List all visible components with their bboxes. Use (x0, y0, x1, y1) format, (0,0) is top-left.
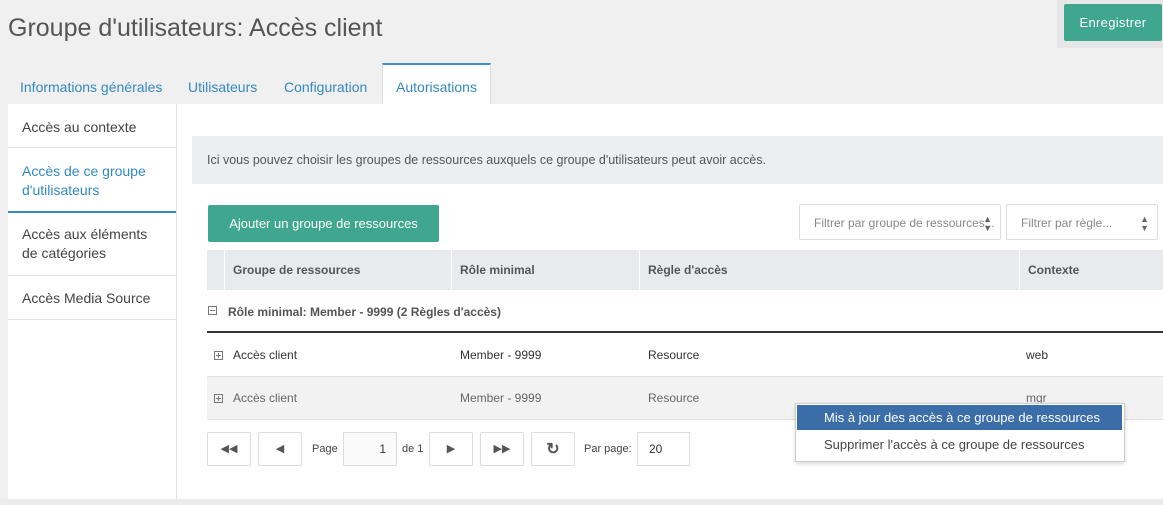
grid-group-header[interactable]: Rôle minimal: Member - 9999 (2 Règles d'… (207, 291, 1163, 333)
select-arrows-icon: ▲ ▼ (1140, 214, 1149, 233)
cell-access-rule: Resource (648, 348, 700, 362)
context-menu-item-remove[interactable]: Supprimer l'accès à ce groupe de ressour… (797, 432, 1122, 457)
grid-header: Groupe de ressources Rôle minimal Règle … (207, 250, 1163, 290)
sidebar-item-context-access[interactable]: Accès au contexte (8, 104, 176, 148)
double-right-icon: ▶▶ (493, 443, 511, 455)
grid-header-expander (207, 250, 224, 290)
sidebar-item-media-source-access[interactable]: Accès Media Source (8, 276, 176, 320)
page-label: Page (312, 443, 338, 455)
context-menu-item-update[interactable]: Mis à jour des accès à ce groupe de ress… (797, 405, 1122, 430)
page-number-input[interactable]: 1 (343, 432, 397, 466)
page-count-label: de 1 (402, 443, 424, 455)
tab-permissions[interactable]: Autorisations (382, 63, 491, 106)
last-page-button[interactable]: ▶▶ (480, 432, 524, 466)
filter-rule-placeholder: Filtrer par règle... (1021, 216, 1113, 230)
page-title: Groupe d'utilisateurs: Accès client (8, 14, 383, 42)
column-header-access-rule[interactable]: Règle d'accès (639, 250, 1019, 290)
cell-min-role: Member - 9999 (460, 391, 542, 405)
sidebar: Accès au contexte Accès de ce groupe d'u… (8, 104, 177, 499)
column-header-context[interactable]: Contexte (1019, 250, 1163, 290)
info-description: Ici vous pouvez choisir les groupes de r… (192, 136, 1163, 184)
prev-page-button[interactable]: ◀ (258, 432, 302, 466)
per-page-input[interactable]: 20 (637, 432, 690, 466)
filter-resource-group-select[interactable]: Filtrer par groupe de ressources... ▲ ▼ (799, 204, 1001, 240)
sidebar-item-category-access[interactable]: Accès aux éléments de catégories (8, 213, 176, 276)
refresh-icon: ↻ (546, 441, 560, 458)
add-resource-group-button[interactable]: Ajouter un groupe de ressources (208, 205, 439, 242)
refresh-button[interactable]: ↻ (531, 432, 575, 466)
filter-rule-select[interactable]: Filtrer par règle... ▲ ▼ (1006, 204, 1158, 240)
first-page-button[interactable]: ◀◀ (207, 432, 251, 466)
column-header-min-role[interactable]: Rôle minimal (451, 250, 639, 290)
context-menu: Mis à jour des accès à ce groupe de ress… (795, 403, 1125, 462)
filter-resource-group-placeholder: Filtrer par groupe de ressources... (814, 216, 995, 230)
cell-min-role: Member - 9999 (460, 348, 542, 362)
double-left-icon: ◀◀ (220, 443, 238, 455)
per-page-label: Par page: (584, 443, 632, 455)
expand-icon[interactable] (214, 394, 223, 403)
table-row[interactable]: Accès client Member - 9999 Resource web (207, 334, 1163, 377)
expand-icon[interactable] (214, 351, 223, 360)
tab-users[interactable]: Utilisateurs (188, 63, 257, 103)
left-icon: ◀ (275, 443, 285, 455)
tab-configuration[interactable]: Configuration (284, 63, 367, 103)
cell-resource-group: Accès client (233, 348, 298, 362)
tab-general-info[interactable]: Informations générales (20, 63, 162, 103)
save-button[interactable]: Enregistrer (1064, 4, 1162, 41)
cell-context: web (1026, 348, 1049, 362)
collapse-icon[interactable] (208, 306, 217, 315)
cell-resource-group: Accès client (233, 391, 298, 405)
bottom-strip (0, 499, 1163, 505)
group-header-label: Rôle minimal: Member - 9999 (2 Règles d'… (228, 305, 501, 319)
cell-access-rule: Resource (648, 391, 700, 405)
right-icon: ▶ (446, 443, 456, 455)
sidebar-item-group-access[interactable]: Accès de ce groupe d'utilisateurs (8, 149, 176, 213)
select-arrows-icon: ▲ ▼ (983, 214, 992, 233)
next-page-button[interactable]: ▶ (429, 432, 473, 466)
save-button-wrapper: Enregistrer (1057, 0, 1163, 48)
column-header-resource-group[interactable]: Groupe de ressources (224, 250, 451, 290)
